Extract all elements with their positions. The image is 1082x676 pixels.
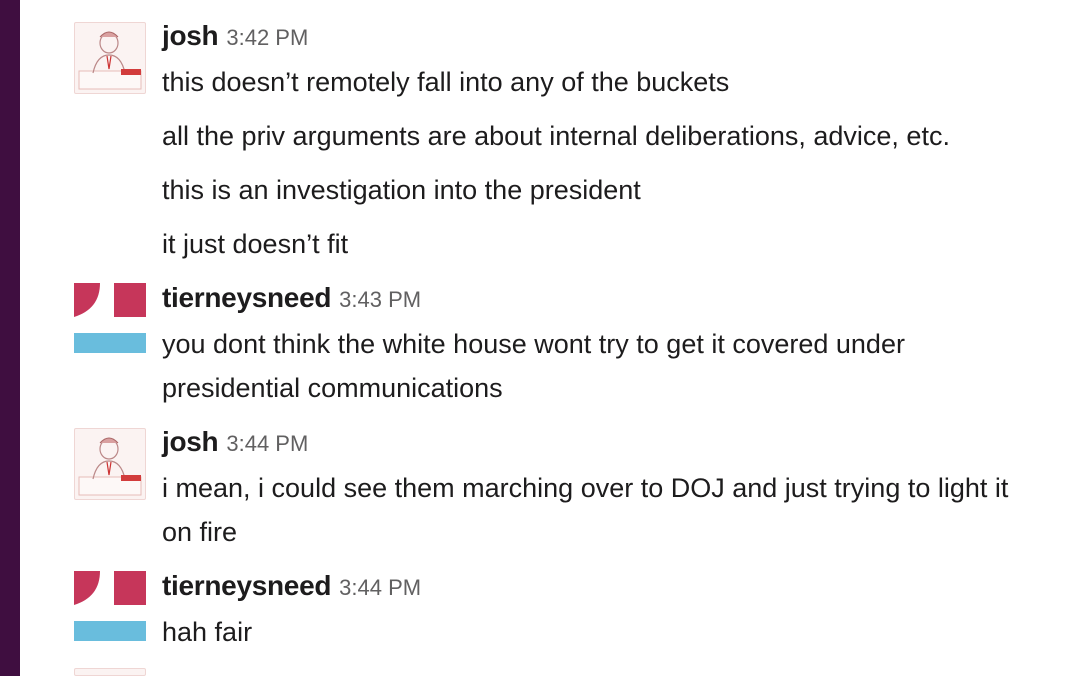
username[interactable]: josh <box>162 426 219 457</box>
message-text: you dont think the white house wont try … <box>162 329 905 359</box>
josh-cartoon-avatar-icon <box>78 31 142 90</box>
timestamp[interactable]: 3:44 PM <box>339 575 421 600</box>
user-avatar-josh[interactable] <box>74 428 146 500</box>
message-text: presidential communications <box>162 373 503 403</box>
timestamp[interactable]: 3:43 PM <box>339 287 421 312</box>
user-avatar-tierneysneed[interactable] <box>74 571 146 643</box>
message-text: on fire <box>162 517 238 547</box>
message-text: i mean, i could see them marching over t… <box>162 473 1009 503</box>
workspace-sidebar-edge <box>0 0 20 676</box>
message-text: this doesn’t remotely fall into any of t… <box>162 67 730 97</box>
message-list: josh 3:42 PM this doesn’t remotely fall i… <box>20 0 1082 676</box>
user-avatar-josh-partial[interactable] <box>74 668 146 676</box>
josh-cartoon-avatar-icon <box>78 437 142 496</box>
timestamp[interactable]: 3:42 PM <box>226 25 308 50</box>
tierneysneed-flag-avatar-icon <box>74 571 146 641</box>
username[interactable]: josh <box>162 20 219 51</box>
message-header: tierneysneed 3:43 PM <box>162 282 421 314</box>
message-text: this is an investigation into the presid… <box>162 175 641 205</box>
message-text: hah fair <box>162 617 253 647</box>
tierneysneed-flag-avatar-icon <box>74 283 146 353</box>
username[interactable]: tierneysneed <box>162 570 331 601</box>
message-text: it just doesn’t fit <box>162 229 349 259</box>
message-header: tierneysneed 3:44 PM <box>162 570 421 602</box>
message-header: josh 3:44 PM <box>162 426 308 458</box>
message-text: all the priv arguments are about interna… <box>162 121 950 151</box>
username[interactable]: tierneysneed <box>162 282 331 313</box>
timestamp[interactable]: 3:44 PM <box>226 431 308 456</box>
user-avatar-josh[interactable] <box>74 22 146 94</box>
user-avatar-tierneysneed[interactable] <box>74 283 146 355</box>
message-header: josh 3:42 PM <box>162 20 308 52</box>
